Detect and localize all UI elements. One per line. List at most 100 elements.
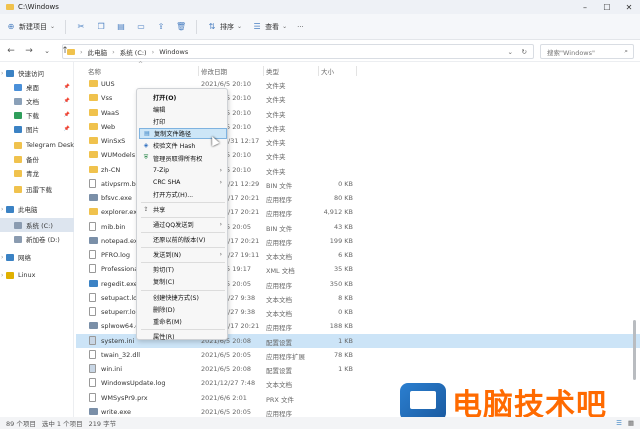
context-menu-item[interactable]: ⇪ 共享 xyxy=(139,204,227,215)
download-icon xyxy=(14,111,22,119)
linux-icon xyxy=(6,271,14,279)
minimize-button[interactable]: – xyxy=(574,0,596,14)
address-bar[interactable]: › 此电脑 › 系统 (C:) › Windows ⌄ ↻ xyxy=(62,44,534,59)
file-type: XML 文档 xyxy=(266,267,295,276)
sidebar-item[interactable]: 备份 xyxy=(0,152,74,166)
sidebar-item[interactable]: 下载 📌 xyxy=(0,108,74,122)
file-type: 应用程序 xyxy=(266,238,292,247)
refresh-icon[interactable]: ↻ xyxy=(522,48,527,56)
file-icon xyxy=(89,364,96,373)
cut-icon[interactable]: ✂ xyxy=(76,22,86,32)
picture-icon xyxy=(14,125,22,133)
status-bar: 89 个项目 选中 1 个项目 219 字节 ☰ ▦ xyxy=(0,417,640,429)
details-view-icon[interactable]: ☰ xyxy=(616,419,622,427)
file-row[interactable]: twain_32.dll 2021/6/5 20:05 应用程序扩展 78 KB xyxy=(76,348,640,362)
column-header-name[interactable]: 名称 xyxy=(88,64,101,78)
context-menu-item[interactable]: 复制(C) xyxy=(139,276,227,287)
context-menu-item[interactable]: 重命名(M) xyxy=(139,316,227,327)
new-item-button[interactable]: ⊕ 新建项目 ⌄ xyxy=(6,22,55,32)
share-icon[interactable]: ⇪ xyxy=(156,22,166,32)
sidebar-item[interactable]: › 网络 xyxy=(0,250,74,264)
sidebar-item-label: 下载 xyxy=(26,112,39,120)
item-count: 89 个项目 xyxy=(6,420,36,428)
sidebar-item-label: Linux xyxy=(18,271,36,279)
sidebar-item[interactable]: › Linux xyxy=(0,268,74,282)
column-header-size[interactable]: 大小 xyxy=(321,64,334,78)
file-type: PRX 文件 xyxy=(266,395,294,404)
file-type: BIN 文件 xyxy=(266,224,293,233)
view-button[interactable]: ☰ 查看 ⌄ xyxy=(252,22,287,32)
expand-chevron-icon[interactable]: › xyxy=(1,272,3,279)
context-menu-item[interactable]: 还原以前的版本(V) xyxy=(139,234,227,245)
sidebar-item[interactable]: 图片 📌 xyxy=(0,122,74,136)
context-menu-label: 校验文件 Hash xyxy=(153,143,196,151)
context-menu-item[interactable]: 打开方式(H)... xyxy=(139,189,227,200)
copy-path-icon: ▤ xyxy=(144,130,150,138)
sidebar-item[interactable]: 青龙 xyxy=(0,166,74,180)
breadcrumb-windows[interactable]: Windows xyxy=(159,48,188,56)
thumbnail-view-icon[interactable]: ▦ xyxy=(628,419,634,427)
sidebar-item[interactable]: › 此电脑 xyxy=(0,202,74,216)
context-menu-item[interactable]: 打印 xyxy=(139,116,227,127)
pin-icon[interactable]: 📌 xyxy=(64,112,70,118)
sidebar-item[interactable]: 文档 📌 xyxy=(0,94,74,108)
close-button[interactable]: ✕ xyxy=(618,0,640,14)
file-size: 1 KB xyxy=(338,336,353,345)
rename-icon[interactable]: ▭ xyxy=(136,22,146,32)
copy-icon[interactable]: ❐ xyxy=(96,22,106,32)
sort-button[interactable]: ⇅ 排序 ⌄ xyxy=(207,22,242,32)
search-icon: ⌕ xyxy=(624,47,628,55)
forward-arrow-icon[interactable]: → xyxy=(24,46,34,56)
menu-separator xyxy=(141,247,225,249)
context-menu-item[interactable]: 7-Zip › xyxy=(139,165,227,176)
vertical-scrollbar[interactable] xyxy=(633,80,637,410)
pin-icon[interactable]: 📌 xyxy=(64,98,70,104)
context-menu-item[interactable]: 编辑 xyxy=(139,104,227,115)
breadcrumb-drive-c[interactable]: 系统 (C:) xyxy=(120,47,147,57)
file-icon xyxy=(89,279,98,287)
sidebar-item[interactable]: 新加卷 (D:) xyxy=(0,232,74,246)
context-menu-label: 打开方式(H)... xyxy=(153,191,194,199)
sidebar-item[interactable]: 系统 (C:) xyxy=(0,218,74,232)
context-menu-item[interactable]: 删除(D) xyxy=(139,304,227,315)
pin-icon[interactable]: 📌 xyxy=(64,84,70,90)
context-menu-item[interactable]: 剪切(T) xyxy=(139,264,227,275)
context-menu-item[interactable]: 通过QQ发送到 › xyxy=(139,219,227,230)
sidebar-item[interactable]: 桌面 📌 xyxy=(0,80,74,94)
chevron-down-icon: ⌄ xyxy=(282,23,288,30)
file-name: mib.bin xyxy=(101,222,126,231)
column-header-type[interactable]: 类型 xyxy=(266,64,279,78)
file-name: WindowsUpdate.log xyxy=(101,379,166,388)
paste-icon[interactable]: ▤ xyxy=(116,22,126,32)
search-input[interactable]: 搜索"Windows" ⌕ xyxy=(540,44,634,59)
context-menu-item[interactable]: 属性(R) xyxy=(139,331,227,342)
recent-chevron-icon[interactable]: ⌄ xyxy=(42,47,52,55)
sidebar-item[interactable]: 迅雷下载 xyxy=(0,182,74,196)
sidebar-item[interactable]: › 快速访问 xyxy=(0,66,74,80)
column-header-date[interactable]: 修改日期 xyxy=(201,64,227,78)
sort-arrow-icon: ^ xyxy=(138,61,144,68)
file-type: 文本文档 xyxy=(266,295,292,304)
expand-chevron-icon[interactable]: › xyxy=(1,70,3,77)
delete-icon[interactable]: 🗑 xyxy=(176,22,186,32)
expand-chevron-icon[interactable]: › xyxy=(1,206,3,213)
context-menu-item[interactable]: 发送到(N) › xyxy=(139,249,227,260)
maximize-button[interactable]: ☐ xyxy=(596,0,618,14)
file-row[interactable]: win.ini 2021/6/5 20:08 配置设置 1 KB xyxy=(76,362,640,376)
file-type: 配置设置 xyxy=(266,367,292,375)
context-menu-item[interactable]: 打开(O) xyxy=(139,92,227,103)
sidebar-item-label: Telegram Deskto xyxy=(26,141,74,149)
address-dropdown-icon[interactable]: ⌄ xyxy=(508,48,513,56)
context-menu-item[interactable]: CRC SHA › xyxy=(139,177,227,188)
back-arrow-icon[interactable]: ← xyxy=(6,46,16,56)
scrollbar-thumb[interactable] xyxy=(633,320,636,380)
context-menu-item[interactable]: ⛨ 管理员取得所有权 xyxy=(139,153,227,164)
pin-icon[interactable]: 📌 xyxy=(64,126,70,132)
expand-chevron-icon[interactable]: › xyxy=(1,254,3,261)
more-options-icon[interactable]: ··· xyxy=(297,23,304,31)
breadcrumb-this-pc[interactable]: 此电脑 xyxy=(88,47,108,57)
column-divider xyxy=(198,66,199,76)
context-menu-item[interactable]: 创建快捷方式(S) xyxy=(139,292,227,303)
sidebar-item[interactable]: Telegram Deskto xyxy=(0,138,74,152)
file-type: 文件夹 xyxy=(266,153,286,162)
